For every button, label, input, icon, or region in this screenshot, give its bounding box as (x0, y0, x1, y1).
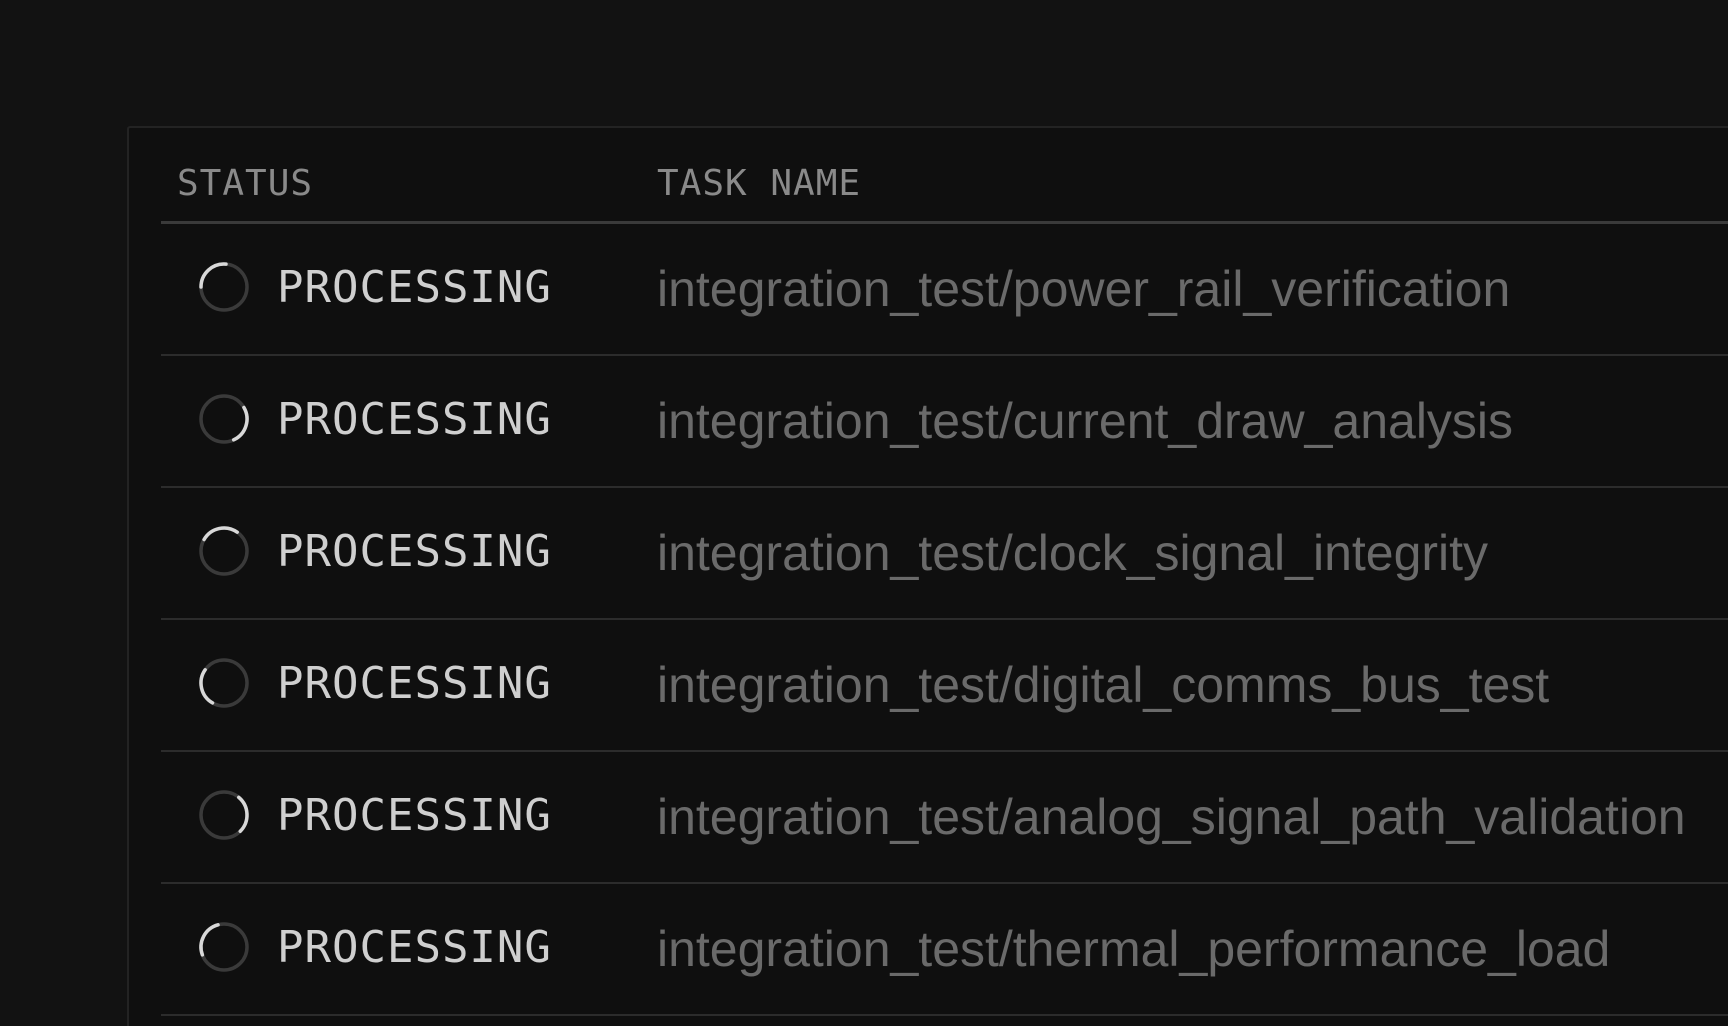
status-column-header: STATUS (177, 163, 314, 204)
table-row[interactable]: PROCESSING integration_test/analog_signa… (161, 752, 1728, 884)
table-row[interactable]: PROCESSING integration_test/power_rail_v… (161, 224, 1728, 356)
table-row[interactable]: PROCESSING integration_test/current_draw… (161, 356, 1728, 488)
loading-spinner-icon (197, 656, 251, 710)
loading-spinner-icon (197, 524, 251, 578)
task-name: integration_test/thermal_performance_loa… (657, 921, 1611, 977)
task-name: integration_test/current_draw_analysis (657, 393, 1514, 449)
status-label: PROCESSING (277, 790, 552, 841)
status-label: PROCESSING (277, 526, 552, 577)
loading-spinner-icon (197, 920, 251, 974)
task-name-column-header: TASK NAME (657, 163, 862, 204)
status-label: PROCESSING (277, 922, 552, 973)
table-row[interactable]: PROCESSING integration_test/clock_signal… (161, 488, 1728, 620)
task-name: integration_test/analog_signal_path_vali… (657, 789, 1686, 845)
status-label: PROCESSING (277, 394, 552, 445)
status-label: PROCESSING (277, 658, 552, 709)
task-table: STATUS TASK NAME PROCESSING integration_… (161, 128, 1728, 1016)
task-name: integration_test/clock_signal_integrity (657, 525, 1489, 581)
task-name: integration_test/power_rail_verification (657, 261, 1511, 317)
table-row[interactable]: PROCESSING integration_test/thermal_perf… (161, 884, 1728, 1016)
loading-spinner-icon (197, 788, 251, 842)
task-table-panel: STATUS TASK NAME PROCESSING integration_… (127, 126, 1728, 1026)
loading-spinner-icon (197, 392, 251, 446)
task-name: integration_test/digital_comms_bus_test (657, 657, 1550, 713)
loading-spinner-icon (197, 260, 251, 314)
status-label: PROCESSING (277, 262, 552, 313)
table-header: STATUS TASK NAME (161, 128, 1728, 224)
table-row[interactable]: PROCESSING integration_test/digital_comm… (161, 620, 1728, 752)
